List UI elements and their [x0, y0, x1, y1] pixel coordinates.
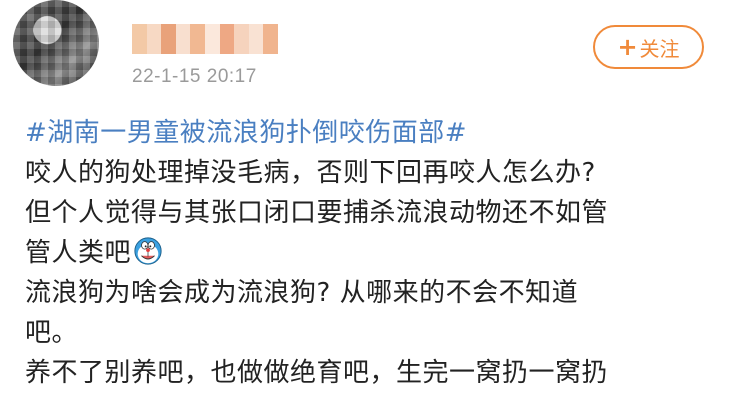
mosaic-block: [161, 24, 176, 54]
post-line-with-emoji: 管人类吧: [25, 233, 725, 273]
mosaic-block: [132, 24, 147, 54]
post-line: 吧。: [25, 318, 79, 348]
mosaic-block: [219, 24, 235, 54]
avatar[interactable]: [13, 0, 99, 86]
mosaic-block: [175, 24, 191, 54]
follow-label: 关注: [639, 36, 680, 61]
hashtag-link[interactable]: #湖南一男童被流浪狗扑倒咬伤面部#: [25, 113, 725, 153]
post-timestamp: 22-1-15 20:17: [132, 66, 257, 87]
post-line: 养不了别养吧，也做做绝育吧，生完一窝扔一窝扔: [25, 358, 609, 388]
post-line: 咬人的狗处理掉没毛病，否则下回再咬人怎么办?: [25, 158, 596, 188]
mosaic-block: [190, 24, 205, 54]
username-blurred[interactable]: [132, 24, 278, 54]
plus-icon: +: [617, 33, 638, 61]
mosaic-block: [234, 24, 249, 54]
post-content: #湖南一男童被流浪狗扑倒咬伤面部# 咬人的狗处理掉没毛病，否则下回再咬人怎么办?…: [25, 113, 725, 393]
mosaic-block: [146, 24, 162, 54]
mosaic-block: [248, 24, 264, 54]
mosaic-block: [204, 24, 220, 54]
post-line: 流浪狗为啥会成为流浪狗? 从哪来的不会不知道: [25, 278, 579, 308]
doraemon-emoji-icon: [134, 237, 162, 265]
post-line-text: 管人类吧: [25, 238, 132, 268]
mosaic-block: [263, 24, 278, 54]
post-line: 但个人觉得与其张口闭口要捕杀流浪动物还不如管: [25, 198, 609, 228]
follow-button[interactable]: + 关注: [593, 25, 704, 69]
